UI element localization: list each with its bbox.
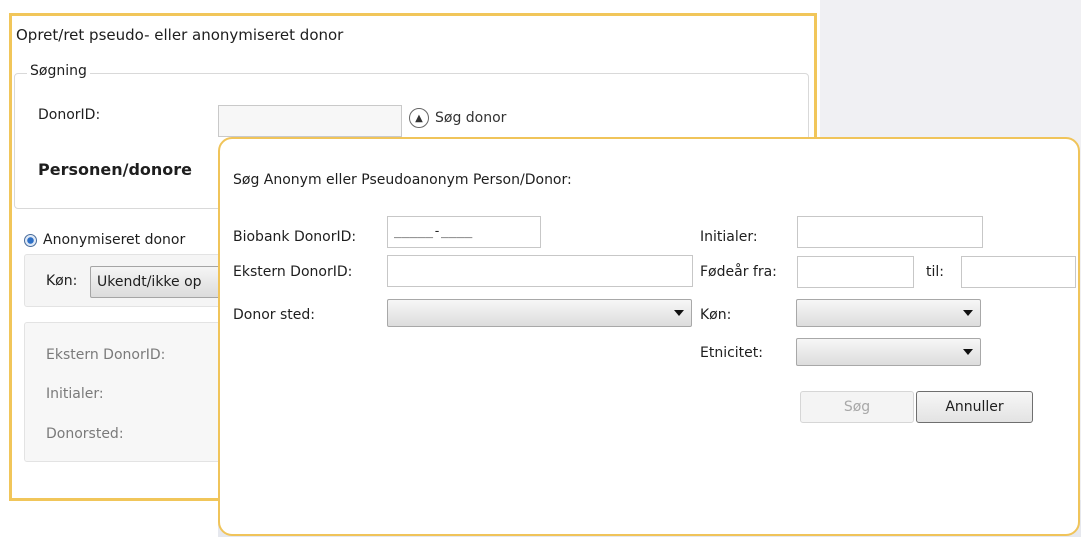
donorsted-label: Donorsted: [46, 426, 124, 442]
search-donor-label: Søg donor [435, 110, 507, 126]
radio-anonymized-donor[interactable]: Anonymiseret donor [24, 232, 185, 248]
initialer-label: Initialer: [700, 229, 758, 245]
cancel-button[interactable]: Annuller [916, 391, 1033, 423]
chevron-down-icon [963, 310, 973, 316]
biobank-donorid-label: Biobank DonorID: [233, 229, 357, 245]
chevron-down-icon [674, 310, 684, 316]
search-donor-button[interactable]: ▲ Søg donor [409, 108, 506, 128]
fodear-fra-label: Fødeår fra: [700, 264, 777, 280]
radio-selected-icon [24, 233, 37, 247]
person-heading: Personen/donore [38, 160, 193, 179]
ekstern-donorid-input[interactable] [387, 255, 693, 287]
kon-select[interactable]: Ukendt/ikke op [90, 266, 225, 298]
fodear-til-input[interactable] [961, 256, 1076, 288]
search-donor-dialog [218, 137, 1080, 536]
donorid-input[interactable] [218, 105, 402, 137]
chevron-down-icon [963, 349, 973, 355]
etnicitet-label: Etnicitet: [700, 345, 763, 361]
chevron-up-icon: ▲ [409, 108, 429, 128]
radio-anonymized-label: Anonymiseret donor [43, 232, 186, 248]
initialer-input[interactable] [797, 216, 983, 248]
kon-label: Køn: [700, 307, 732, 323]
search-button[interactable]: Søg [800, 391, 914, 423]
initialer-label: Initialer: [46, 386, 104, 402]
kon-label: Køn: [46, 273, 78, 289]
donor-window-title: Opret/ret pseudo- eller anonymiseret don… [16, 26, 344, 44]
donor-sted-label: Donor sted: [233, 307, 315, 323]
ekstern-donorid-label: Ekstern DonorID: [233, 264, 353, 280]
donorid-label: DonorID: [38, 107, 101, 123]
ekstern-donorid-label: Ekstern DonorID: [46, 347, 166, 363]
til-label: til: [926, 264, 944, 280]
dialog-title: Søg Anonym eller Pseudoanonym Person/Don… [233, 172, 572, 188]
background-white-area [0, 500, 218, 537]
donor-sted-select[interactable] [387, 299, 692, 327]
kon-select[interactable] [796, 299, 981, 327]
etnicitet-select[interactable] [796, 338, 981, 366]
fodear-fra-input[interactable] [797, 256, 914, 288]
search-group-legend: Søgning [27, 63, 90, 79]
biobank-donorid-input[interactable]: _____-____ [387, 216, 541, 248]
